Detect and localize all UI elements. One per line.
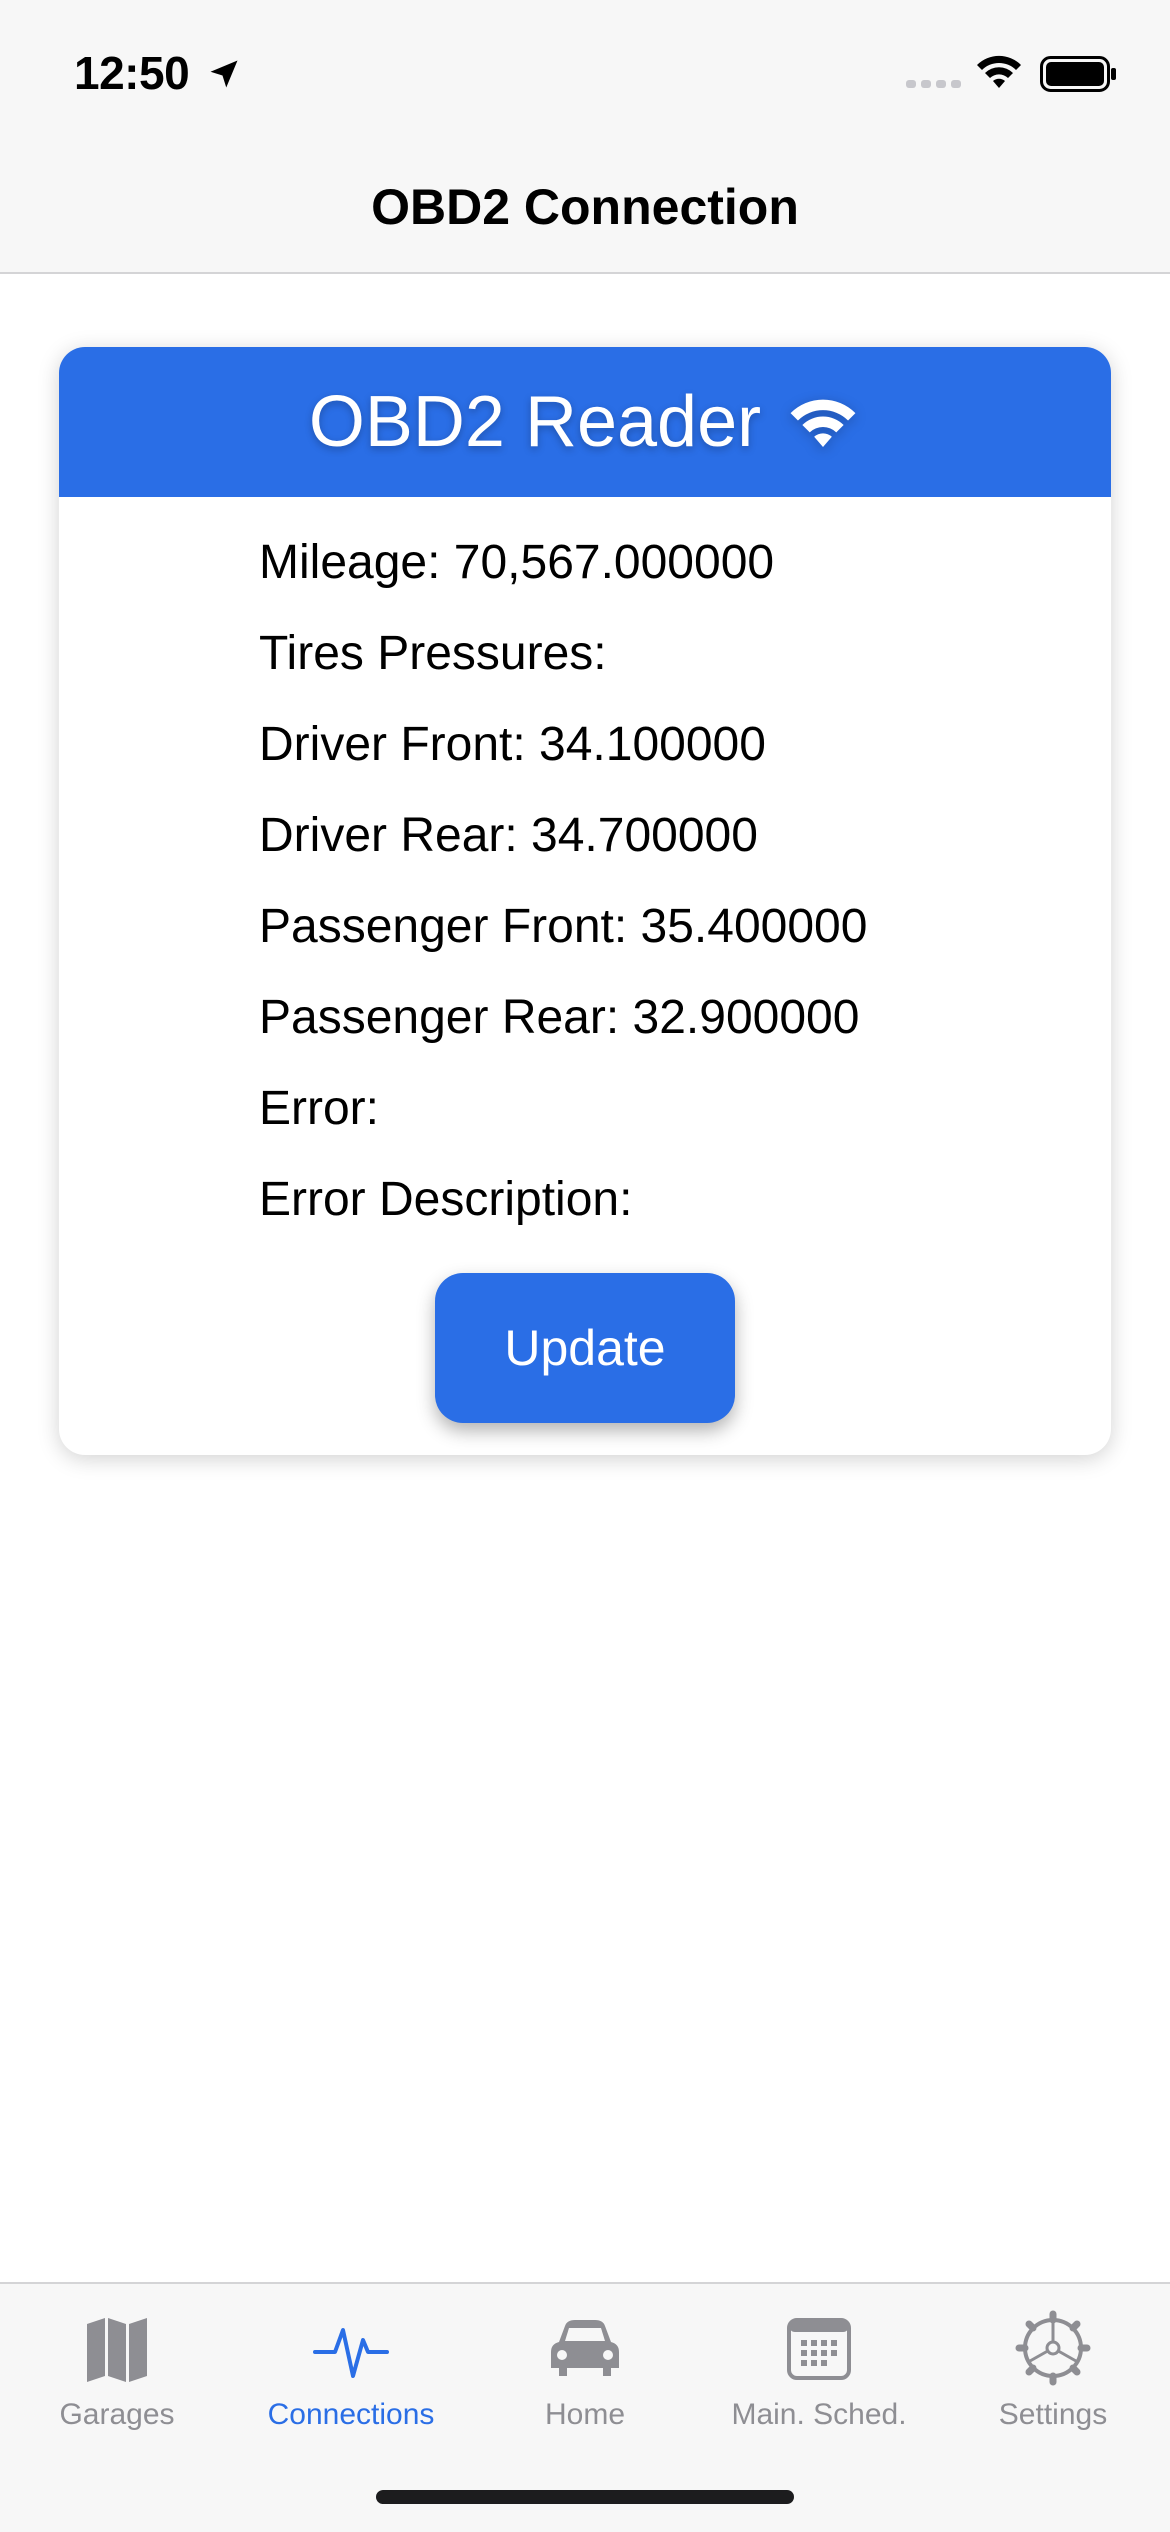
tire-pressures-heading: Tires Pressures:: [259, 627, 607, 680]
mileage-reading: Mileage: 70,567.000000: [259, 536, 775, 589]
tab-maintenance-schedule[interactable]: Main. Sched.: [702, 2310, 936, 2460]
tab-label: Garages: [59, 2398, 175, 2431]
car-icon: [551, 2320, 619, 2376]
calendar-icon: [787, 2318, 851, 2380]
tab-home[interactable]: Home: [468, 2310, 702, 2460]
location-arrow-icon: [210, 60, 238, 88]
wifi-status-icon: [977, 55, 1021, 88]
card-title: OBD2 Reader: [308, 382, 762, 462]
screen: 12:50 OBD2 Connection OBD2 Reader Mileag…: [0, 0, 1170, 2532]
status-time: 12:50: [74, 47, 190, 99]
cellular-signal-icon: [906, 80, 961, 88]
wifi-icon: [790, 399, 856, 448]
tab-label: Main. Sched.: [731, 2398, 907, 2431]
driver-front-reading: Driver Front: 34.100000: [259, 718, 766, 771]
tab-label: Settings: [998, 2398, 1108, 2431]
home-indicator[interactable]: [376, 2490, 794, 2504]
readings-list: Mileage: 70,567.000000 Tires Pressures: …: [259, 517, 867, 1245]
map-icon: [87, 2318, 147, 2382]
battery-icon: [1040, 56, 1116, 92]
passenger-front-reading: Passenger Front: 35.400000: [259, 900, 868, 953]
update-button[interactable]: Update: [435, 1273, 735, 1423]
card-header: OBD2 Reader: [59, 347, 1111, 497]
error-description-reading: Error Description:: [259, 1173, 633, 1226]
tab-settings[interactable]: Settings: [936, 2310, 1170, 2460]
tab-label: Connections: [267, 2398, 435, 2431]
tab-label: Home: [544, 2398, 626, 2431]
passenger-rear-reading: Passenger Rear: 32.900000: [259, 991, 860, 1044]
top-bar: 12:50 OBD2 Connection: [0, 0, 1170, 274]
driver-rear-reading: Driver Rear: 34.700000: [259, 809, 758, 862]
error-reading: Error:: [259, 1082, 379, 1135]
tab-garages[interactable]: Garages: [0, 2310, 234, 2460]
pulse-icon: [313, 2328, 389, 2378]
page-title: OBD2 Connection: [371, 179, 799, 235]
obd2-reader-card: OBD2 Reader Mileage: 70,567.000000 Tires…: [59, 347, 1111, 1455]
gear-icon: [1015, 2310, 1091, 2386]
tab-connections[interactable]: Connections: [234, 2310, 468, 2460]
